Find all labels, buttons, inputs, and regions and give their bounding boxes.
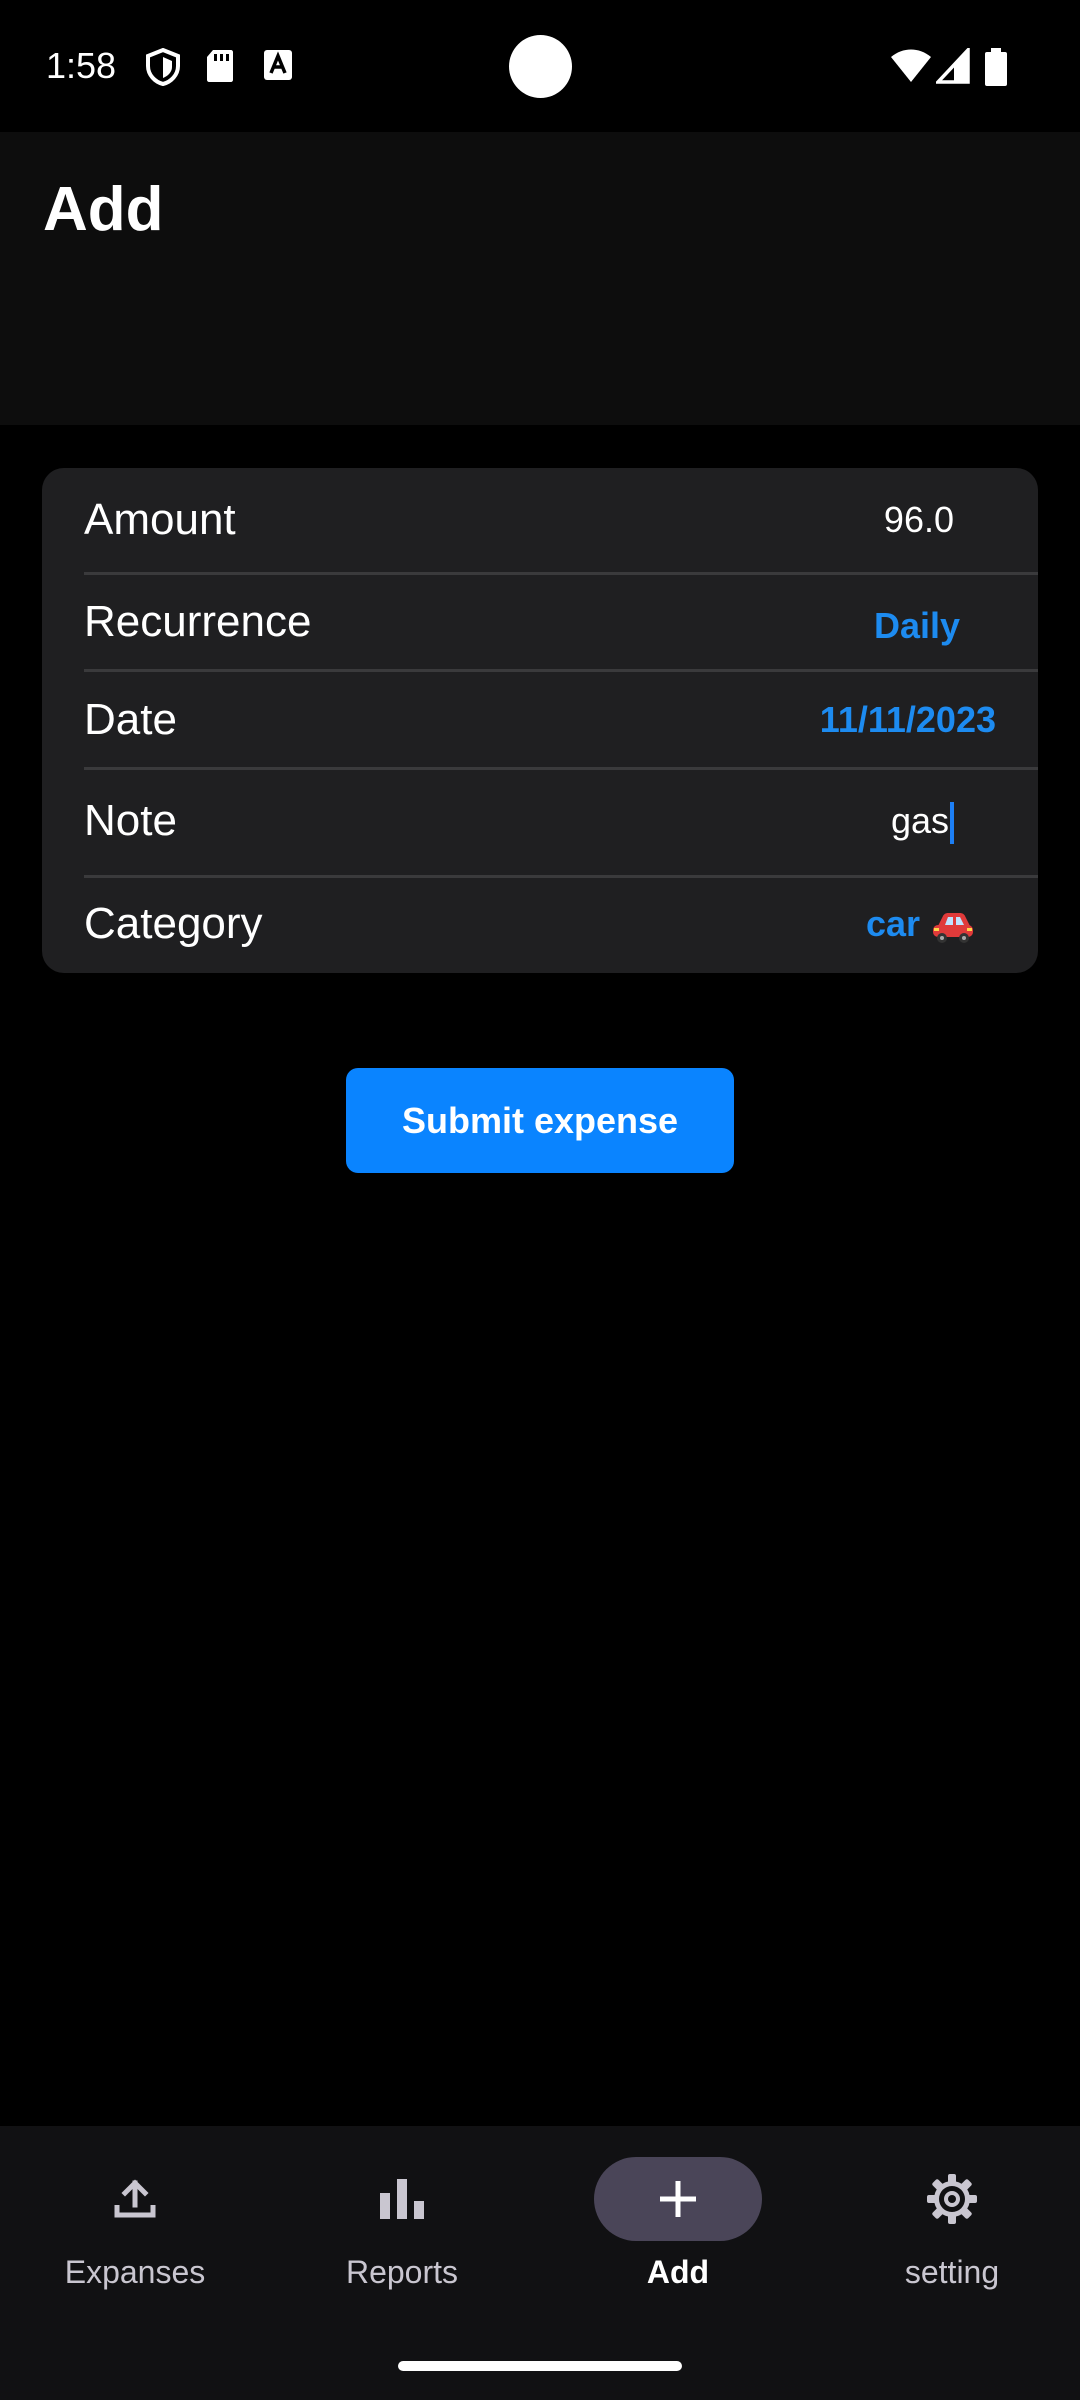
signal-icon [933,45,972,86]
battery-icon [984,48,1008,86]
submit-expense-button[interactable]: Submit expense [346,1068,734,1173]
status-time: 1:58 [46,45,117,86]
gear-icon [868,2157,1036,2241]
bar-chart-icon [318,2157,486,2241]
nav-item-expanses[interactable]: Expanses [0,2140,270,2300]
row-divider [84,875,1038,878]
date-label: Date [84,695,177,744]
note-input-text: gas [890,800,949,841]
text-cursor [950,802,954,845]
expense-form-card: Amount 96.0 Recurrence Daily Date 11/11/… [42,468,1038,973]
recurrence-row[interactable]: Recurrence Daily [84,594,996,650]
add-expense-screen: 1:58 Add Amount 96.0 Recurrence Daily Da… [0,0,1080,2400]
plus-icon [594,2157,762,2241]
amount-label: Amount [84,495,236,544]
camera-cutout [509,35,572,98]
car-icon [930,906,976,943]
note-label: Note [84,796,177,845]
upload-icon [51,2157,219,2241]
page-title: Add [43,175,164,244]
note-row[interactable]: Note gas [84,793,996,849]
date-row[interactable]: Date 11/11/2023 [84,692,996,748]
nav-label-reports: Reports [345,2254,459,2290]
category-label: Category [84,899,263,948]
nav-item-setting[interactable]: setting [817,2140,1080,2300]
recurrence-picker[interactable]: Daily [874,598,960,654]
category-row[interactable]: Category car [84,896,996,952]
amount-input[interactable]: 96.0 [884,492,954,548]
shield-icon [145,47,181,87]
note-input[interactable]: gas [891,793,954,849]
category-value: car [865,903,920,944]
nav-label-add: Add [646,2254,710,2290]
row-divider [84,669,1038,672]
sd-card-icon [205,48,241,86]
keyboard-a-icon [262,48,298,86]
nav-label-setting: setting [904,2254,1000,2290]
row-divider [84,767,1038,770]
wifi-icon [890,48,932,86]
status-bar: 1:58 [0,0,1080,132]
home-indicator[interactable] [398,2361,682,2371]
nav-item-reports[interactable]: Reports [267,2140,537,2300]
date-picker[interactable]: 11/11/2023 [820,692,996,748]
amount-row[interactable]: Amount 96.0 [84,492,996,548]
nav-label-expanses: Expanses [64,2254,206,2290]
category-picker[interactable]: car [866,896,976,952]
nav-item-add[interactable]: Add [543,2140,813,2300]
row-divider [84,572,1038,575]
recurrence-label: Recurrence [84,597,312,646]
